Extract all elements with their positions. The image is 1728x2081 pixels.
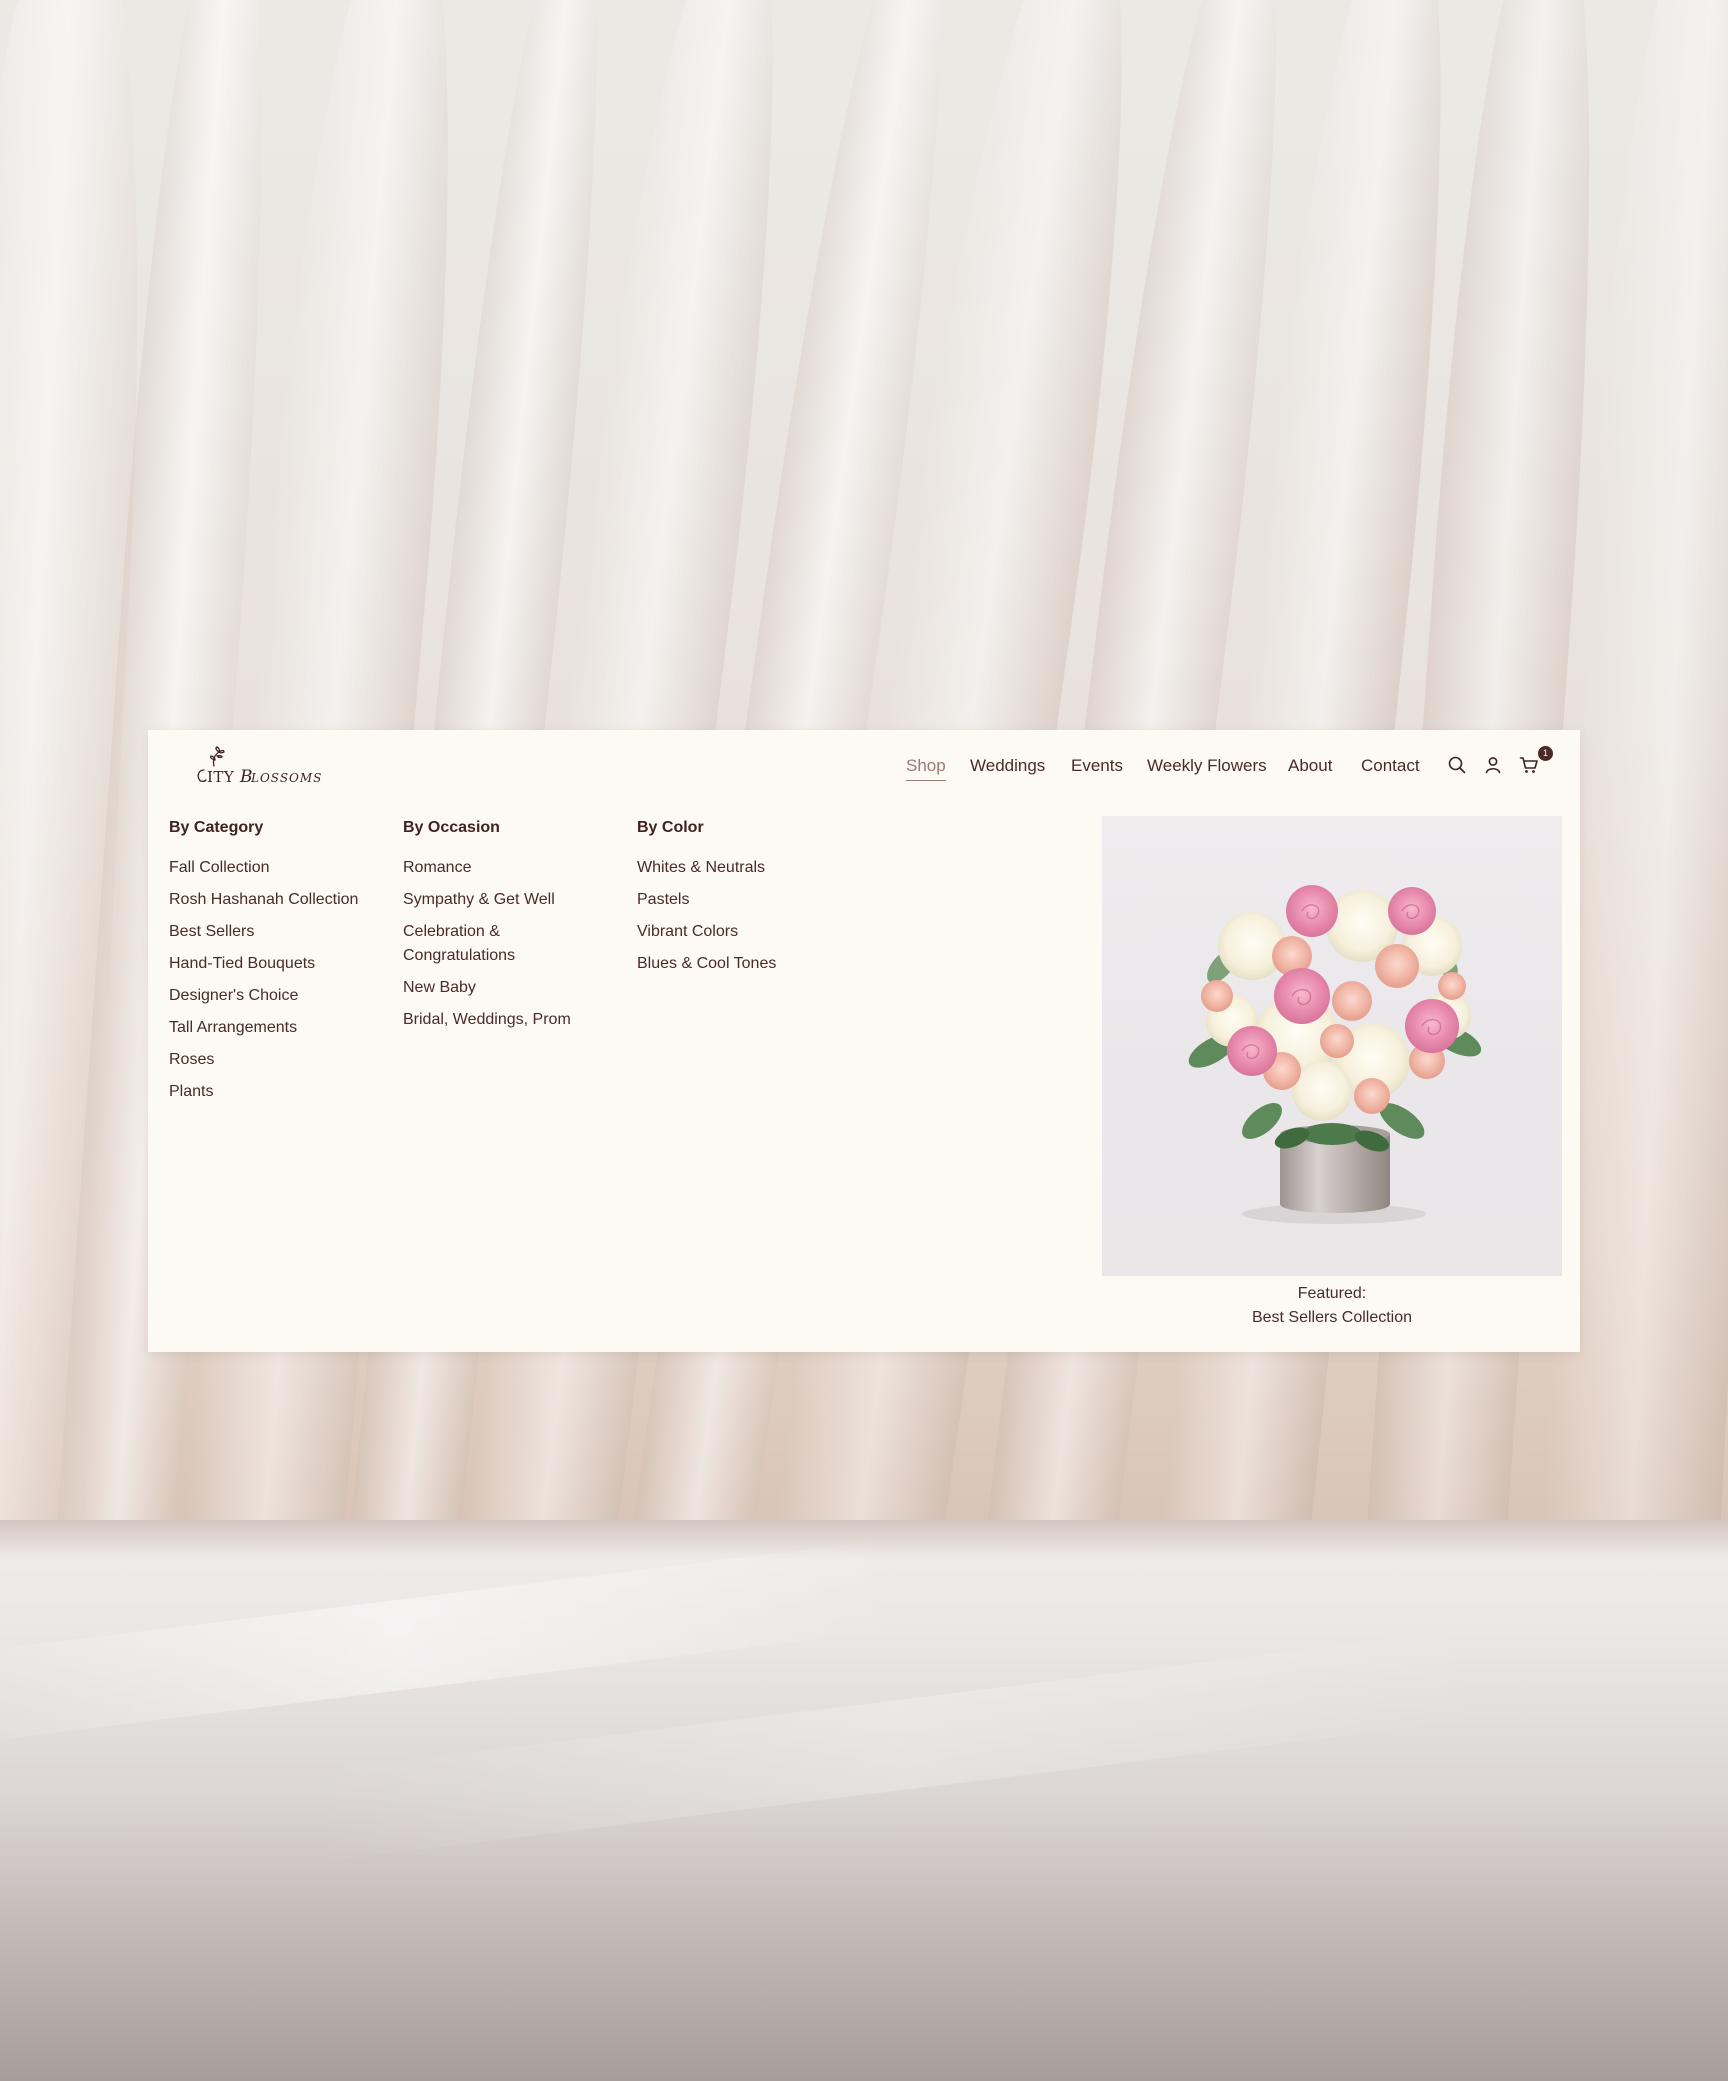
cart-icon[interactable] bbox=[1518, 754, 1540, 776]
mega-menu-card: ITY B LOSSOMS Shop Weddings Events Weekl… bbox=[148, 730, 1580, 1352]
menu-item-romance[interactable]: Romance bbox=[403, 856, 603, 880]
nav-weddings[interactable]: Weddings bbox=[970, 756, 1045, 776]
menu-item-roses[interactable]: Roses bbox=[169, 1048, 358, 1072]
svg-text:LOSSOMS: LOSSOMS bbox=[250, 771, 322, 785]
menu-item-vibrant-colors[interactable]: Vibrant Colors bbox=[637, 920, 776, 944]
menu-item-pastels[interactable]: Pastels bbox=[637, 888, 776, 912]
menu-column-occasion: By Occasion Romance Sympathy & Get Well … bbox=[403, 818, 603, 1040]
account-icon[interactable] bbox=[1482, 754, 1504, 776]
column-heading: By Color bbox=[637, 819, 704, 836]
nav-about[interactable]: About bbox=[1288, 756, 1332, 776]
featured-caption: Featured: Best Sellers Collection bbox=[1102, 1282, 1562, 1330]
menu-item-hand-tied-bouquets[interactable]: Hand-Tied Bouquets bbox=[169, 952, 358, 976]
featured-collection-link[interactable]: Best Sellers Collection bbox=[1102, 1306, 1562, 1330]
menu-item-rosh-hashanah-collection[interactable]: Rosh Hashanah Collection bbox=[169, 888, 358, 912]
nav-contact[interactable]: Contact bbox=[1361, 756, 1420, 776]
menu-item-bridal-weddings-prom[interactable]: Bridal, Weddings, Prom bbox=[403, 1008, 603, 1032]
featured-label: Featured: bbox=[1297, 1285, 1367, 1302]
menu-item-plants[interactable]: Plants bbox=[169, 1080, 358, 1104]
menu-item-new-baby[interactable]: New Baby bbox=[403, 976, 603, 1000]
city-blossoms-logo[interactable]: ITY B LOSSOMS bbox=[190, 744, 340, 794]
menu-item-fall-collection[interactable]: Fall Collection bbox=[169, 856, 358, 880]
menu-item-tall-arrangements[interactable]: Tall Arrangements bbox=[169, 1016, 358, 1040]
search-icon[interactable] bbox=[1446, 754, 1468, 776]
column-heading: By Occasion bbox=[403, 819, 500, 836]
column-heading: By Category bbox=[169, 819, 264, 836]
cart-count-badge: 1 bbox=[1538, 746, 1553, 761]
menu-item-sympathy-get-well[interactable]: Sympathy & Get Well bbox=[403, 888, 603, 912]
menu-item-designers-choice[interactable]: Designer's Choice bbox=[169, 984, 358, 1008]
svg-text:ITY: ITY bbox=[207, 768, 235, 786]
featured-product-image[interactable] bbox=[1102, 816, 1562, 1276]
nav-shop[interactable]: Shop bbox=[906, 756, 946, 781]
menu-item-whites-neutrals[interactable]: Whites & Neutrals bbox=[637, 856, 776, 880]
menu-item-celebration-congratulations[interactable]: Celebration & Congratulations bbox=[403, 920, 543, 968]
menu-item-best-sellers[interactable]: Best Sellers bbox=[169, 920, 358, 944]
nav-weekly-flowers[interactable]: Weekly Flowers bbox=[1147, 756, 1267, 776]
nav-events[interactable]: Events bbox=[1071, 756, 1123, 776]
menu-column-category: By Category Fall Collection Rosh Hashana… bbox=[169, 818, 358, 1112]
menu-item-blues-cool-tones[interactable]: Blues & Cool Tones bbox=[637, 952, 776, 976]
menu-column-color: By Color Whites & Neutrals Pastels Vibra… bbox=[637, 818, 776, 984]
